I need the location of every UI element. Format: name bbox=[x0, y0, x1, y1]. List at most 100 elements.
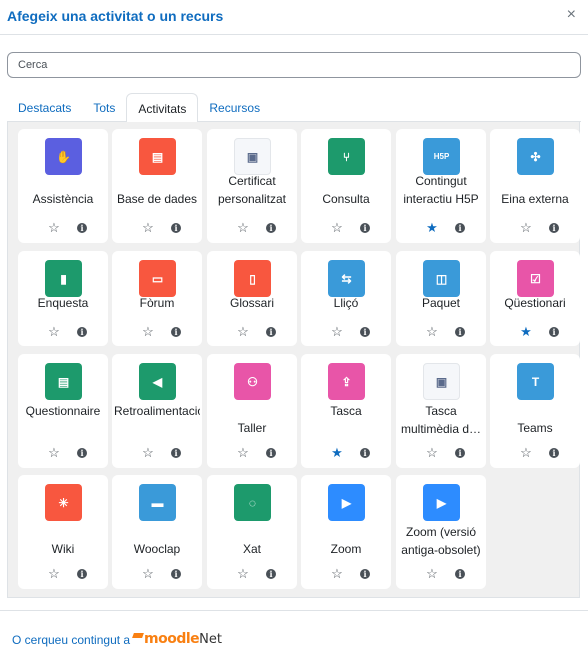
star-outline-icon[interactable]: ☆ bbox=[141, 566, 155, 581]
star-outline-icon[interactable]: ☆ bbox=[330, 220, 344, 235]
star-outline-icon[interactable]: ☆ bbox=[330, 324, 344, 339]
forum-icon: ▭ bbox=[139, 260, 176, 297]
activity-card-certificate[interactable]: ▣ Certificat personalitzat ☆ i bbox=[207, 129, 297, 243]
activity-name: Qüestionari bbox=[504, 296, 566, 310]
info-icon[interactable]: i bbox=[75, 567, 89, 581]
activity-name: Assistència bbox=[32, 192, 94, 206]
info-icon[interactable]: i bbox=[169, 567, 183, 581]
activity-card-zoom[interactable]: ▶ Zoom ☆ i bbox=[301, 475, 391, 589]
info-icon[interactable]: i bbox=[75, 446, 89, 460]
info-icon[interactable]: i bbox=[169, 325, 183, 339]
activity-card-attendance[interactable]: ✋ Assistència ☆ i bbox=[18, 129, 108, 243]
activity-card-forum[interactable]: ▭ Fòrum ☆ i bbox=[112, 251, 202, 346]
activity-card-choice[interactable]: ⑂ Consulta ☆ i bbox=[301, 129, 391, 243]
star-filled-icon[interactable]: ★ bbox=[330, 445, 344, 460]
activity-card-puzzle[interactable]: ✣ Eina externa ☆ i bbox=[490, 129, 580, 243]
info-icon[interactable]: i bbox=[453, 567, 467, 581]
star-outline-icon[interactable]: ☆ bbox=[236, 566, 250, 581]
star-filled-icon[interactable]: ★ bbox=[519, 324, 533, 339]
activity-card-assignment[interactable]: ⇪ Tasca ★ i bbox=[301, 354, 391, 468]
tab-bar: Destacats Tots Activitats Recursos bbox=[7, 93, 581, 123]
activity-card-database[interactable]: ▤ Base de dades ☆ i bbox=[112, 129, 202, 243]
star-outline-icon[interactable]: ☆ bbox=[236, 220, 250, 235]
tab-activities[interactable]: Activitats bbox=[126, 93, 199, 123]
activity-card-zoom-legacy[interactable]: ▶ Zoom (versió antiga-obsolet) ☆ i bbox=[396, 475, 486, 589]
info-icon[interactable]: i bbox=[264, 325, 278, 339]
activity-actions: ★ i bbox=[396, 220, 486, 235]
activity-name: Zoom (versió antiga-obsolet) bbox=[401, 525, 481, 557]
star-outline-icon[interactable]: ☆ bbox=[519, 445, 533, 460]
activity-card-quiz[interactable]: ☑ Qüestionari ★ i bbox=[490, 251, 580, 346]
star-outline-icon[interactable]: ☆ bbox=[425, 445, 439, 460]
activity-name: Certificat personalitzat bbox=[217, 174, 287, 206]
info-icon[interactable]: i bbox=[264, 567, 278, 581]
star-outline-icon[interactable]: ☆ bbox=[141, 220, 155, 235]
activity-card-feedback[interactable]: ◀ Retroalimentació ☆ i bbox=[112, 354, 202, 468]
tab-all[interactable]: Tots bbox=[82, 93, 126, 122]
chat-icon: ◌ bbox=[234, 484, 271, 521]
star-outline-icon[interactable]: ☆ bbox=[519, 220, 533, 235]
info-icon[interactable]: i bbox=[453, 221, 467, 235]
activity-actions: ★ i bbox=[490, 324, 580, 339]
info-icon[interactable]: i bbox=[264, 446, 278, 460]
activity-card-multimedia-assignment[interactable]: ▣ Tasca multimèdia d… ☆ i bbox=[396, 354, 486, 468]
activity-name: Eina externa bbox=[501, 192, 569, 206]
close-icon[interactable]: × bbox=[567, 7, 576, 23]
puzzle-icon: ✣ bbox=[517, 138, 554, 175]
activity-card-lesson[interactable]: ⇆ Lliçó ☆ i bbox=[301, 251, 391, 346]
activity-card-scorm[interactable]: ◫Paquet SCORM☆i bbox=[396, 251, 486, 346]
star-outline-icon[interactable]: ☆ bbox=[236, 445, 250, 460]
info-icon[interactable]: i bbox=[453, 325, 467, 339]
star-outline-icon[interactable]: ☆ bbox=[141, 445, 155, 460]
activity-card-glossary[interactable]: ▯ Glossari ☆ i bbox=[207, 251, 297, 346]
moodlenet-link-text[interactable]: O cerqueu contingut a bbox=[12, 633, 130, 647]
moodlenet-logo[interactable]: moodle Net bbox=[132, 630, 222, 648]
activity-card-chat[interactable]: ◌ Xat ☆ i bbox=[207, 475, 297, 589]
activity-card-wooclap[interactable]: ▬ Wooclap ☆ i bbox=[112, 475, 202, 589]
activity-card-survey[interactable]: ▮ Enquesta ☆ i bbox=[18, 251, 108, 346]
star-outline-icon[interactable]: ☆ bbox=[425, 324, 439, 339]
info-icon[interactable]: i bbox=[169, 446, 183, 460]
star-outline-icon[interactable]: ☆ bbox=[330, 566, 344, 581]
star-outline-icon[interactable]: ☆ bbox=[47, 566, 61, 581]
info-icon[interactable]: i bbox=[169, 221, 183, 235]
info-icon[interactable]: i bbox=[547, 325, 561, 339]
star-outline-icon[interactable]: ☆ bbox=[425, 566, 439, 581]
info-icon[interactable]: i bbox=[358, 567, 372, 581]
tab-featured[interactable]: Destacats bbox=[7, 93, 82, 122]
activity-card-questionnaire[interactable]: ▤ Questionnaire ☆ i bbox=[18, 354, 108, 468]
info-icon[interactable]: i bbox=[358, 446, 372, 460]
info-icon[interactable]: i bbox=[75, 221, 89, 235]
glossary-icon: ▯ bbox=[234, 260, 271, 297]
star-outline-icon[interactable]: ☆ bbox=[236, 324, 250, 339]
database-icon: ▤ bbox=[139, 138, 176, 175]
star-filled-icon[interactable]: ★ bbox=[425, 220, 439, 235]
info-icon[interactable]: i bbox=[453, 446, 467, 460]
info-icon[interactable]: i bbox=[264, 221, 278, 235]
info-icon[interactable]: i bbox=[358, 325, 372, 339]
info-icon[interactable]: i bbox=[547, 446, 561, 460]
info-icon[interactable]: i bbox=[75, 325, 89, 339]
activity-actions: ☆ i bbox=[112, 324, 202, 339]
star-outline-icon[interactable]: ☆ bbox=[47, 324, 61, 339]
tab-resources[interactable]: Recursos bbox=[198, 93, 271, 122]
activity-grid: ✋ Assistència ☆ i ▤ Base de dades ☆ i ▣ Certifica… bbox=[7, 122, 580, 598]
star-outline-icon[interactable]: ☆ bbox=[47, 220, 61, 235]
activity-card-teams[interactable]: T Teams ☆ i bbox=[490, 354, 580, 468]
star-outline-icon[interactable]: ☆ bbox=[47, 445, 61, 460]
info-icon[interactable]: i bbox=[358, 221, 372, 235]
activity-card-workshop[interactable]: ⚇ Taller ☆ i bbox=[207, 354, 297, 468]
feedback-icon: ◀ bbox=[139, 363, 176, 400]
info-icon[interactable]: i bbox=[547, 221, 561, 235]
activity-name: Paquet SCORM bbox=[421, 296, 461, 310]
moodlenet-logo-moodle: moodle bbox=[144, 631, 200, 647]
activity-card-wiki[interactable]: ✳ Wiki ☆ i bbox=[18, 475, 108, 589]
activity-card-h5p[interactable]: H5P Contingut interactiu H5P ★ i bbox=[396, 129, 486, 243]
activity-name: Zoom bbox=[330, 542, 362, 556]
search-input[interactable] bbox=[7, 52, 581, 78]
multimedia-assignment-icon: ▣ bbox=[423, 363, 460, 400]
h5p-icon: H5P bbox=[423, 138, 460, 175]
star-outline-icon[interactable]: ☆ bbox=[141, 324, 155, 339]
activity-name: Lliçó bbox=[333, 296, 359, 310]
activity-actions: ☆ i bbox=[396, 324, 486, 339]
